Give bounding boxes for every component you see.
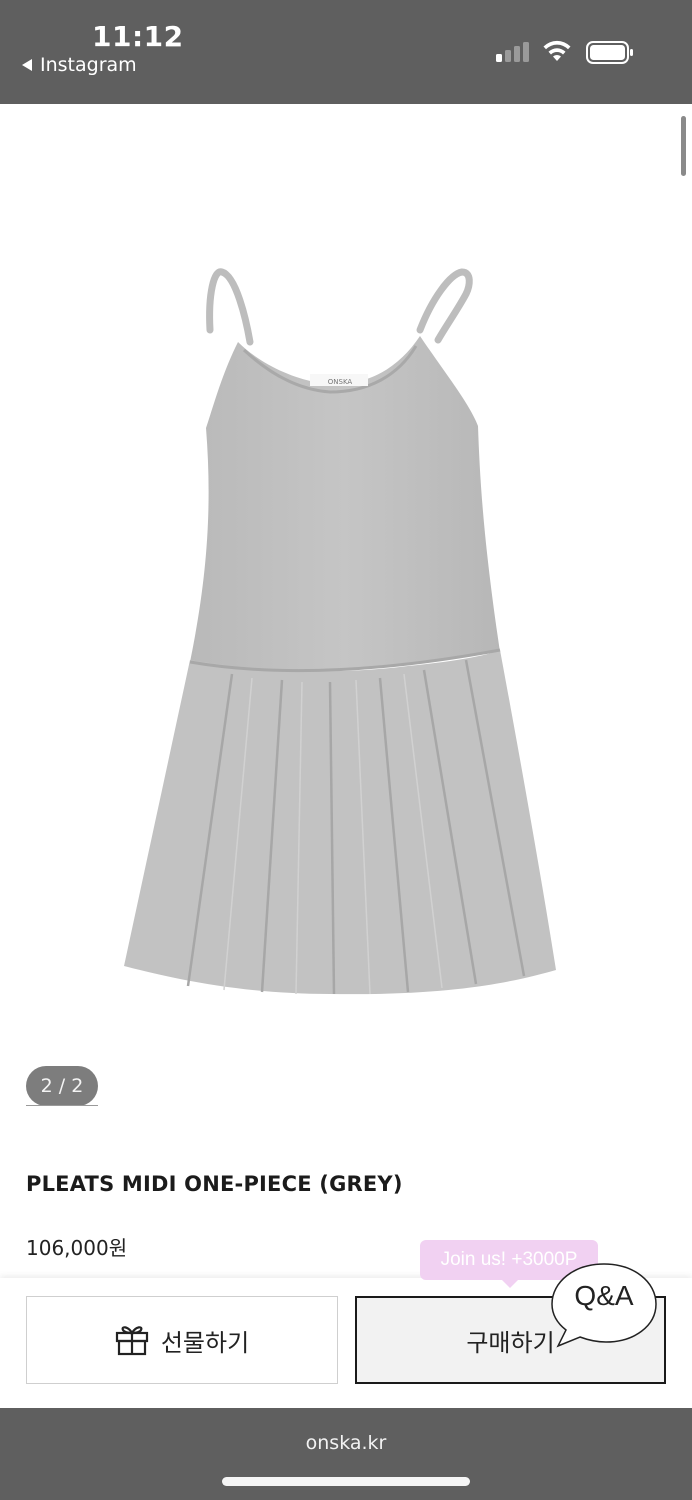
buy-button-label: 구매하기 bbox=[466, 1328, 555, 1357]
gift-icon bbox=[115, 1326, 148, 1356]
wifi-icon bbox=[543, 40, 571, 61]
url-domain[interactable]: onska.kr bbox=[0, 1432, 692, 1454]
page-content: ONSKA 2 / 2 PLEATS MIDI ONE-PIECE (GREY)… bbox=[0, 104, 692, 1408]
back-to-app-link[interactable]: Instagram bbox=[22, 54, 137, 76]
back-arrow-icon bbox=[22, 59, 32, 71]
home-indicator[interactable] bbox=[222, 1477, 470, 1486]
pager-underline bbox=[26, 1105, 98, 1106]
back-app-label: Instagram bbox=[40, 54, 137, 76]
qa-label: Q&A bbox=[574, 1280, 634, 1311]
battery-icon bbox=[586, 41, 633, 64]
product-price: 106,000원 bbox=[26, 1236, 128, 1260]
status-bar: 11:12 Instagram bbox=[0, 0, 692, 104]
gift-button-label: 선물하기 bbox=[160, 1328, 250, 1357]
qa-chat-button[interactable]: Q&A bbox=[548, 1258, 660, 1354]
dress-tag-text: ONSKA bbox=[328, 378, 353, 386]
status-time: 11:12 bbox=[92, 20, 184, 53]
gift-button[interactable]: 선물하기 bbox=[26, 1296, 338, 1384]
scrollbar[interactable] bbox=[681, 116, 686, 176]
browser-bottom-bar: onska.kr bbox=[0, 1408, 692, 1500]
image-pager: 2 / 2 bbox=[26, 1066, 98, 1106]
product-image[interactable]: ONSKA bbox=[0, 104, 692, 1044]
product-title: PLEATS MIDI ONE-PIECE (GREY) bbox=[26, 1172, 403, 1196]
signal-icon bbox=[496, 42, 532, 62]
